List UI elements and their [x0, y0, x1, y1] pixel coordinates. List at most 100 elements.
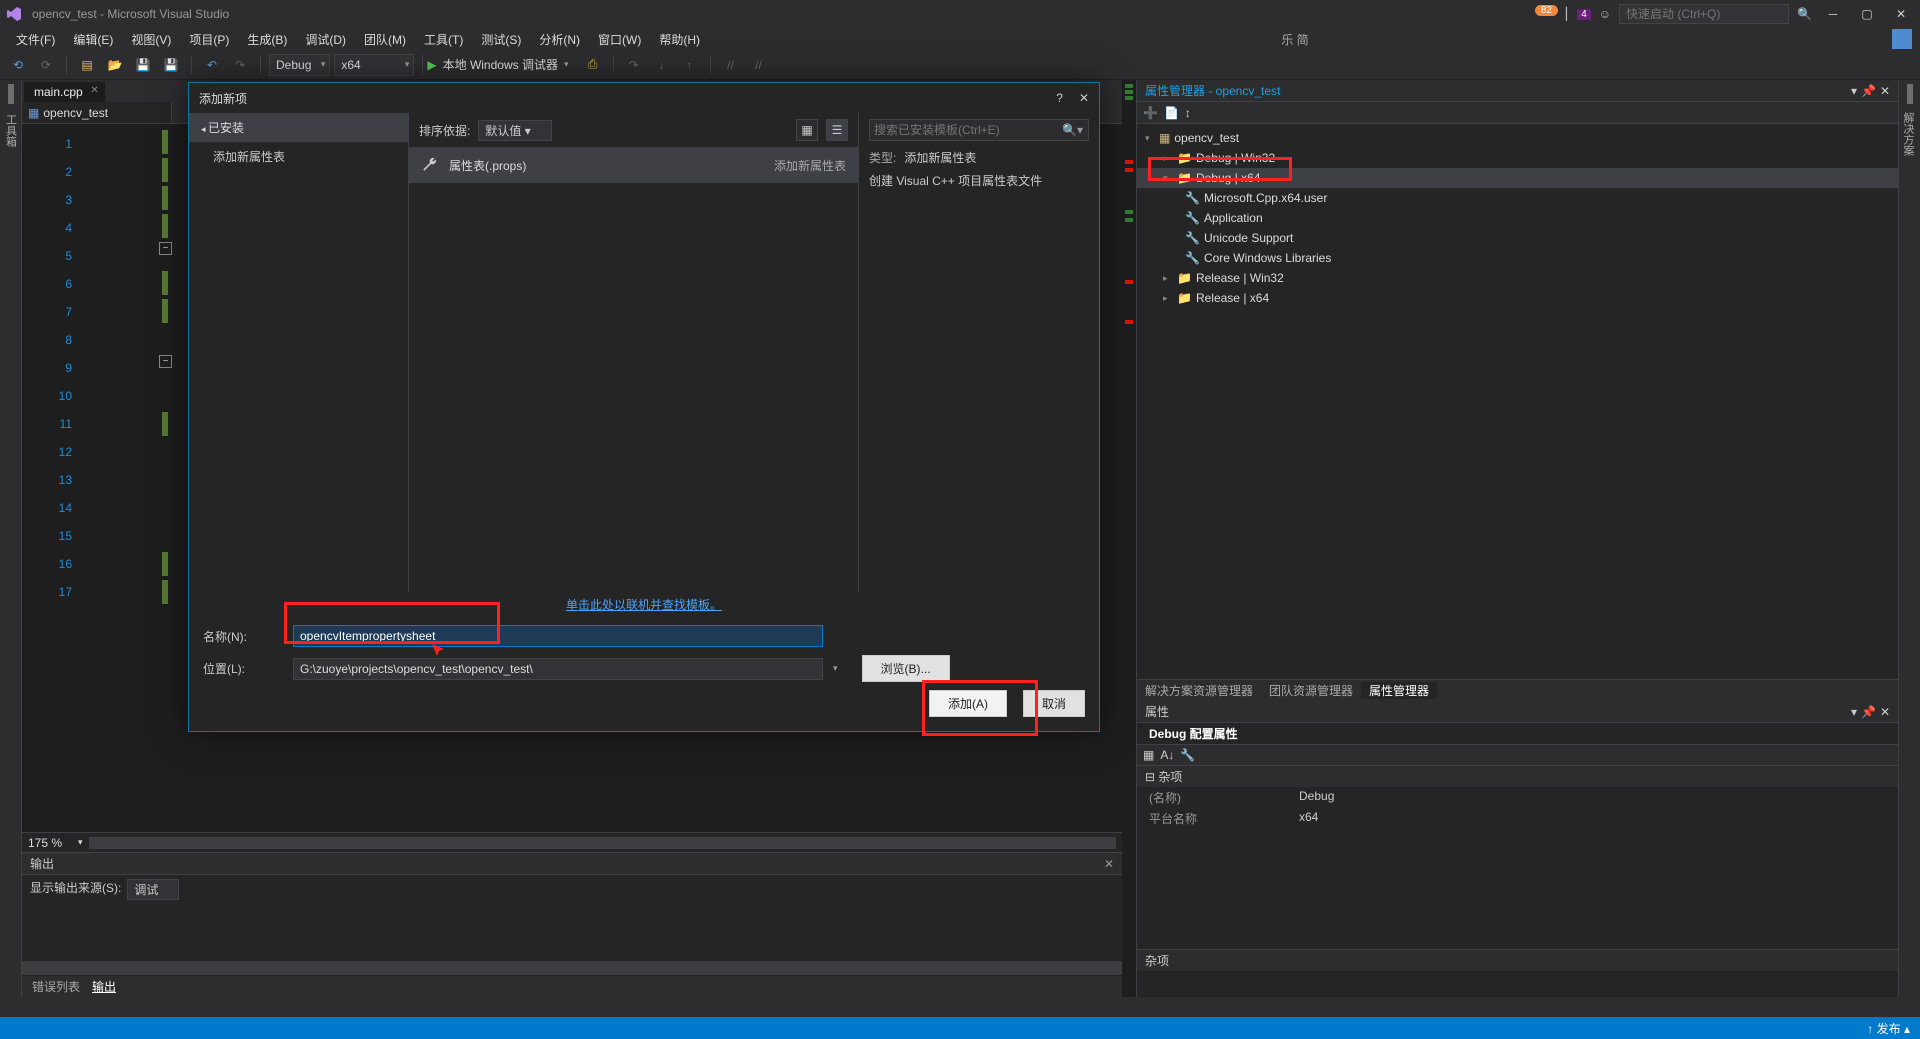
platform-dropdown[interactable]: x64	[334, 54, 414, 76]
save-icon[interactable]: 💾	[131, 53, 155, 77]
categorize-icon[interactable]: ▦	[1143, 748, 1154, 762]
config-dropdown[interactable]: Debug	[269, 54, 330, 76]
template-search-input[interactable]	[869, 119, 1089, 141]
menu-tools[interactable]: 工具(T)	[416, 29, 471, 50]
undo-icon[interactable]: ↶	[200, 53, 224, 77]
output-tab[interactable]: 输出	[92, 978, 116, 995]
category-propsheet[interactable]: 添加新属性表	[189, 142, 408, 171]
pin-icon[interactable]: 📌	[1861, 705, 1876, 719]
nav-fwd-icon[interactable]: ⟳	[34, 53, 58, 77]
menu-help[interactable]: 帮助(H)	[651, 29, 708, 50]
online-templates-link[interactable]: 单击此处以联机并查找模板。	[189, 592, 1099, 617]
new-file-icon[interactable]: ▤	[75, 53, 99, 77]
nav-back-icon[interactable]: ⟲	[6, 53, 30, 77]
tree-root[interactable]: ▾▦opencv_test	[1137, 128, 1898, 148]
zoom-dropdown[interactable]: 175 %	[28, 836, 78, 850]
add-existing-icon[interactable]: 📄	[1164, 106, 1179, 120]
category-installed[interactable]: ◂ 已安装	[189, 113, 408, 142]
prop-row-name[interactable]: (名称)Debug	[1137, 787, 1898, 808]
tree-item[interactable]: 🔧Application	[1137, 208, 1898, 228]
tree-item[interactable]: 🔧Core Windows Libraries	[1137, 248, 1898, 268]
sort-icon[interactable]: ↕	[1185, 106, 1191, 120]
menu-test[interactable]: 测试(S)	[473, 29, 529, 50]
tab-property-manager[interactable]: 属性管理器	[1361, 682, 1437, 699]
tab-solution-explorer[interactable]: 解决方案资源管理器	[1137, 682, 1261, 699]
template-item-props[interactable]: 属性表(.props) 添加新属性表	[409, 147, 858, 183]
search-icon[interactable]: 🔍▾	[1062, 123, 1083, 137]
name-input[interactable]	[293, 625, 823, 647]
quick-launch-input[interactable]	[1619, 4, 1789, 24]
toolbox-tab[interactable]: 工具箱	[2, 110, 20, 151]
tree-cfg-release-win32[interactable]: ▸📁Release | Win32	[1137, 268, 1898, 288]
tree-item[interactable]: 🔧Unicode Support	[1137, 228, 1898, 248]
close-icon[interactable]: ✕	[1888, 4, 1914, 24]
fold-icon[interactable]: −	[159, 355, 172, 368]
panel-dropdown-icon[interactable]: ▾	[1851, 705, 1857, 719]
list-view-icon[interactable]: ☰	[826, 119, 848, 141]
tree-cfg-debug-win32[interactable]: ▸📁Debug | Win32	[1137, 148, 1898, 168]
menu-project[interactable]: 项目(P)	[181, 29, 237, 50]
dialog-help-icon[interactable]: ?	[1056, 91, 1063, 105]
dialog-close-icon[interactable]: ✕	[1079, 91, 1089, 105]
menu-debug[interactable]: 调试(D)	[297, 29, 354, 50]
tree-cfg-release-x64[interactable]: ▸📁Release | x64	[1137, 288, 1898, 308]
props-category[interactable]: ⊟ 杂项	[1137, 766, 1898, 787]
solution-tab[interactable]: 解决方案	[1899, 108, 1917, 160]
pane-close-icon[interactable]: ✕	[1104, 857, 1114, 871]
add-prop-icon[interactable]: ➕	[1143, 106, 1158, 120]
step-over-icon[interactable]: ↷	[622, 53, 646, 77]
language-indicator[interactable]: 乐 简	[1281, 31, 1308, 48]
alpha-sort-icon[interactable]: A↓	[1160, 748, 1174, 762]
feedback-icon[interactable]: ☺	[1599, 7, 1611, 21]
menu-build[interactable]: 生成(B)	[239, 29, 295, 50]
hscrollbar[interactable]	[89, 837, 1116, 849]
hscrollbar[interactable]	[22, 961, 1122, 975]
pin-icon[interactable]: 📌	[1861, 84, 1876, 98]
errorlist-tab[interactable]: 错误列表	[32, 978, 80, 995]
sort-dropdown[interactable]: 默认值 ▾	[478, 120, 551, 141]
grid-view-icon[interactable]: ▦	[796, 119, 818, 141]
panel-close-icon[interactable]: ✕	[1880, 84, 1890, 98]
menu-team[interactable]: 团队(M)	[356, 29, 414, 50]
tree-item[interactable]: 🔧Microsoft.Cpp.x64.user	[1137, 188, 1898, 208]
minimize-icon[interactable]: ─	[1820, 4, 1846, 24]
tree-cfg-debug-x64[interactable]: ▾📁Debug | x64	[1137, 168, 1898, 188]
search-icon[interactable]: 🔍	[1797, 7, 1812, 21]
open-icon[interactable]: 📂	[103, 53, 127, 77]
maximize-icon[interactable]: ▢	[1854, 4, 1880, 24]
panel-dropdown-icon[interactable]: ▾	[1851, 84, 1857, 98]
step-out-icon[interactable]: ↑	[678, 53, 702, 77]
fold-icon[interactable]: −	[159, 242, 172, 255]
prop-row-platform[interactable]: 平台名称x64	[1137, 808, 1898, 829]
properties-grid: Debug 配置属性 ▦ A↓ 🔧 ⊟ 杂项 (名称)Debug 平台名称x64…	[1137, 723, 1898, 997]
redo-icon[interactable]: ↷	[228, 53, 252, 77]
start-debug-button[interactable]: ▶ 本地 Windows 调试器 ▾	[422, 54, 576, 76]
menu-view[interactable]: 视图(V)	[123, 29, 179, 50]
tab-team-explorer[interactable]: 团队资源管理器	[1261, 682, 1361, 699]
browse-button[interactable]: 浏览(B)...	[862, 655, 950, 682]
document-tab-main[interactable]: main.cpp ✕	[24, 82, 105, 102]
drag-handle[interactable]	[1907, 84, 1913, 104]
scope-dropdown[interactable]: ▦ opencv_test	[22, 102, 172, 123]
save-all-icon[interactable]: 💾	[159, 53, 183, 77]
step-into-icon[interactable]: ↓	[650, 53, 674, 77]
panel-close-icon[interactable]: ✕	[1880, 705, 1890, 719]
publish-button[interactable]: ↑ 发布 ▴	[1867, 1020, 1910, 1037]
cancel-button[interactable]: 取消	[1023, 690, 1085, 717]
notification-badge[interactable]: 82	[1535, 5, 1558, 16]
menu-window[interactable]: 窗口(W)	[590, 29, 649, 50]
location-input[interactable]	[293, 658, 823, 680]
uncomment-icon[interactable]: //	[747, 53, 771, 77]
attach-icon[interactable]: ⎙	[581, 53, 605, 77]
add-button[interactable]: 添加(A)	[929, 690, 1007, 717]
menu-edit[interactable]: 编辑(E)	[65, 29, 121, 50]
props-wrench-icon[interactable]: 🔧	[1180, 748, 1195, 762]
flag-icon[interactable]: ▏4	[1566, 7, 1591, 21]
tab-close-icon[interactable]: ✕	[90, 85, 98, 96]
output-source-dropdown[interactable]: 调试	[127, 879, 179, 900]
menu-file[interactable]: 文件(F)	[8, 29, 63, 50]
comment-icon[interactable]: //	[719, 53, 743, 77]
drag-handle[interactable]	[8, 84, 14, 104]
user-avatar[interactable]	[1892, 29, 1912, 49]
menu-analyze[interactable]: 分析(N)	[531, 29, 588, 50]
